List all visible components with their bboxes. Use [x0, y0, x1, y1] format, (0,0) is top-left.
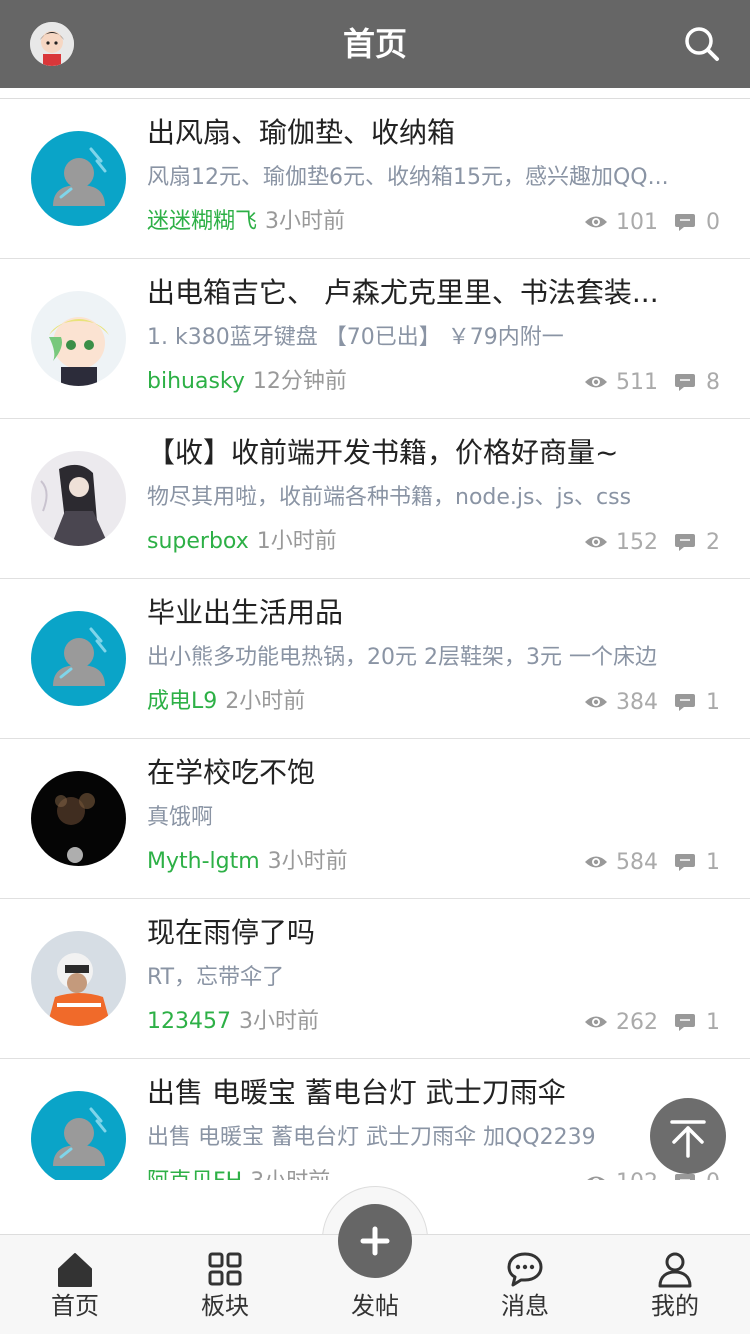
- post-stats: 384 1: [584, 685, 720, 719]
- author-name[interactable]: bihuasky: [147, 369, 245, 394]
- top-bar: 首页: [0, 0, 750, 88]
- view-count: 511: [616, 369, 658, 395]
- author-name[interactable]: Myth-lgtm: [147, 849, 260, 874]
- back-to-top-icon: [670, 1120, 706, 1158]
- eye-icon: [585, 536, 607, 548]
- post-title: 【收】收前端开发书籍，价格好商量~: [147, 436, 619, 469]
- post-stats: 101 0: [584, 205, 720, 239]
- comment-icon: [675, 214, 695, 231]
- tab-messages-label: 消息: [501, 1292, 549, 1320]
- view-count: 584: [616, 849, 658, 875]
- post-stats: 511 8: [584, 365, 720, 399]
- post-time: 12分钟前: [252, 369, 347, 394]
- post-item[interactable]: 在学校吃不饱真饿啊 Myth-lgtm 3小时前 584 1: [0, 739, 750, 899]
- post-item[interactable]: 出电箱吉它、 卢森尤克里里、书法套装... 1. k380蓝牙键盘 【70已出】 …: [0, 259, 750, 419]
- view-count: 384: [616, 689, 658, 715]
- post-summary: 物尽其用啦，收前端各种书籍，node.js、js、css: [147, 485, 632, 510]
- post-item[interactable]: 毕业出生活用品出小熊多功能电热锅，20元 2层鞋架，3元 一个床边 成电L9 2小时…: [0, 579, 750, 739]
- author-name[interactable]: 123457: [147, 1009, 231, 1034]
- post-item[interactable]: 出售 电暖宝 蓄电台灯 武士刀雨伞出售 电暖宝 蓄电台灯 武士刀雨伞 加QQ22…: [0, 1059, 750, 1180]
- comment-icon: [675, 534, 695, 551]
- comment-icon: [675, 694, 695, 711]
- plus-icon: [360, 1226, 390, 1256]
- comment-count: 8: [706, 369, 720, 395]
- post-item[interactable]: 【收】收前端开发书籍，价格好商量~ 物尽其用啦，收前端各种书籍，node.js、j…: [0, 419, 750, 579]
- eye-icon: [585, 856, 607, 868]
- author-name[interactable]: 阿克贝FH: [147, 1169, 242, 1180]
- eye-icon: [585, 216, 607, 228]
- post-summary: RT，忘带伞了: [147, 965, 285, 990]
- tab-boards-label: 板块: [201, 1292, 249, 1320]
- comment-icon: [675, 1014, 695, 1031]
- post-time: 3小时前: [250, 1169, 330, 1180]
- comment-count: 1: [706, 849, 720, 875]
- post-time: 3小时前: [238, 1009, 319, 1034]
- eye-icon: [585, 696, 607, 708]
- author-avatar[interactable]: [31, 291, 126, 386]
- author-name[interactable]: superbox: [147, 529, 249, 554]
- view-count: 262: [616, 1009, 658, 1035]
- view-count: 152: [616, 529, 658, 555]
- post-title: 出风扇、瑜伽垫、收纳箱: [147, 116, 456, 149]
- post-summary: 出小熊多功能电热锅，20元 2层鞋架，3元 一个床边: [147, 645, 657, 670]
- author-avatar[interactable]: [31, 611, 126, 706]
- comment-count: 2: [706, 529, 720, 555]
- chat-icon: [507, 1252, 543, 1287]
- post-item[interactable]: 现在雨停了吗 RT，忘带伞了 123457 3小时前 262 1: [0, 899, 750, 1059]
- tab-messages[interactable]: 消息: [450, 1235, 600, 1334]
- eye-icon: [585, 376, 607, 388]
- post-title: 出售 电暖宝 蓄电台灯 武士刀雨伞: [147, 1076, 566, 1109]
- post-time: 2小时前: [225, 689, 306, 714]
- post-summary: 出售 电暖宝 蓄电台灯 武士刀雨伞 加QQ2239: [147, 1125, 596, 1150]
- post-stats: 262 1: [584, 1005, 720, 1039]
- post-time: 3小时前: [265, 209, 346, 234]
- post-button[interactable]: [338, 1204, 412, 1278]
- author-avatar[interactable]: [31, 451, 126, 546]
- post-summary: 真饿啊: [147, 805, 214, 830]
- comment-icon: [675, 374, 695, 391]
- page-title: 首页: [342, 25, 407, 63]
- post-title: 出电箱吉它、 卢森尤克里里、书法套装...: [147, 276, 659, 309]
- author-avatar[interactable]: [31, 1091, 126, 1180]
- tab-home[interactable]: 首页: [0, 1235, 150, 1334]
- view-count: 101: [616, 209, 658, 235]
- grid-icon: [208, 1252, 242, 1286]
- post-stats: 584 1: [584, 845, 720, 879]
- post-summary: 风扇12元、瑜伽垫6元、收纳箱15元，感兴趣加QQ...: [147, 165, 669, 190]
- author-avatar[interactable]: [31, 771, 126, 866]
- comment-icon: [675, 854, 695, 871]
- author-name[interactable]: 成电L9: [147, 689, 217, 714]
- tab-home-label: 首页: [51, 1292, 99, 1320]
- person-icon: [658, 1252, 692, 1288]
- post-list: 出风扇、瑜伽垫、收纳箱风扇12元、瑜伽垫6元、收纳箱15元，感兴趣加QQ... 迷…: [0, 98, 750, 1180]
- author-avatar[interactable]: [31, 131, 126, 226]
- comment-count: 1: [706, 1009, 720, 1035]
- eye-icon: [587, 1176, 605, 1180]
- post-item[interactable]: 出风扇、瑜伽垫、收纳箱风扇12元、瑜伽垫6元、收纳箱15元，感兴趣加QQ... 迷…: [0, 99, 750, 259]
- author-avatar[interactable]: [31, 931, 126, 1026]
- search-icon[interactable]: [682, 24, 722, 64]
- eye-icon: [585, 1016, 607, 1028]
- post-title: 在学校吃不饱: [147, 756, 316, 789]
- post-time: 1小时前: [256, 529, 337, 554]
- back-to-top-button[interactable]: [650, 1098, 726, 1174]
- post-summary: 1. k380蓝牙键盘 【70已出】 ￥79内附一: [147, 325, 564, 350]
- home-icon: [58, 1253, 92, 1287]
- tab-post-label: 发帖: [351, 1292, 399, 1320]
- comment-count: 0: [706, 209, 720, 235]
- tab-boards[interactable]: 板块: [150, 1235, 300, 1334]
- post-stats: 152 2: [584, 525, 720, 559]
- post-title: 毕业出生活用品: [147, 596, 344, 629]
- post-time: 3小时前: [267, 849, 348, 874]
- tab-mine-label: 我的: [651, 1292, 699, 1320]
- author-name[interactable]: 迷迷糊糊飞: [147, 209, 257, 234]
- comment-count: 1: [706, 689, 720, 715]
- tab-mine[interactable]: 我的: [600, 1235, 750, 1334]
- post-title: 现在雨停了吗: [147, 916, 316, 949]
